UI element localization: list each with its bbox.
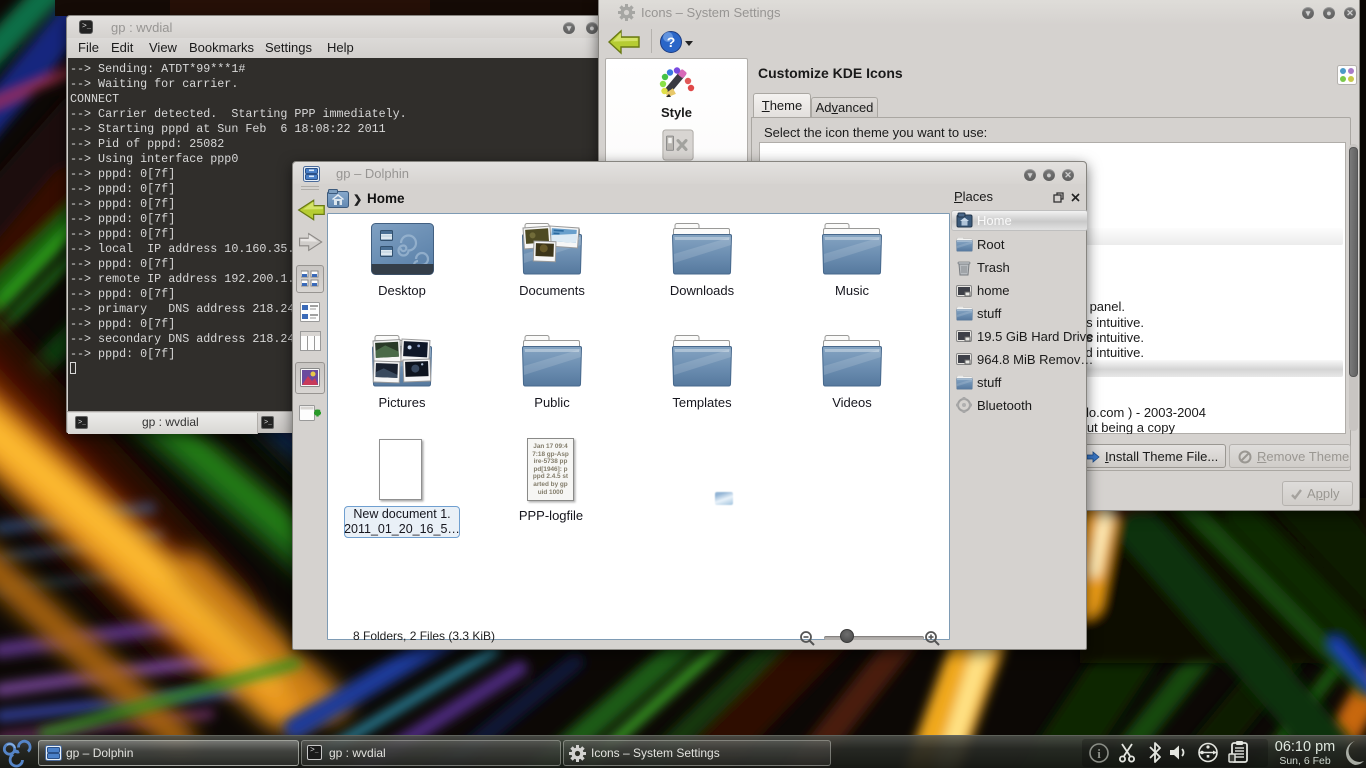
svg-text:i: i [1097,746,1101,761]
svg-text:?: ? [667,34,676,50]
